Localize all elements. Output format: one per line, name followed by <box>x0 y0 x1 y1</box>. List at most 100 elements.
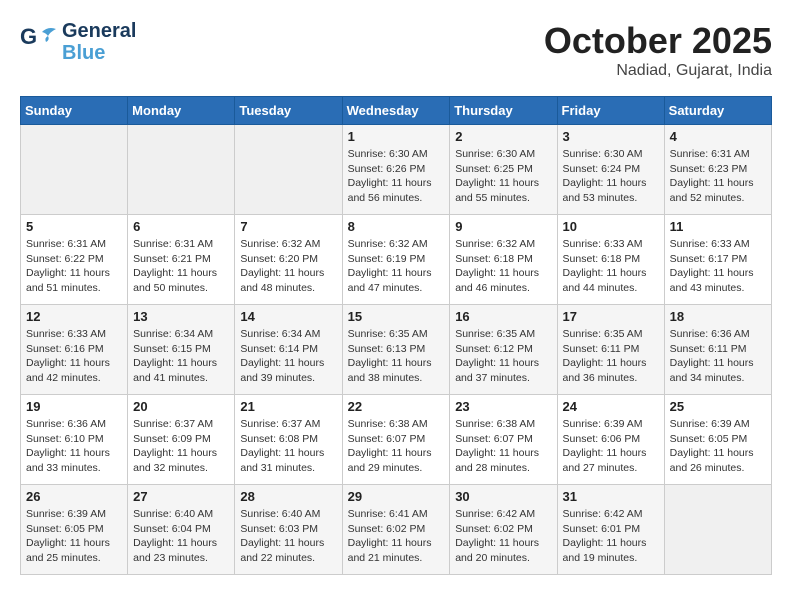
day-number: 17 <box>563 309 659 324</box>
day-info: Sunrise: 6:31 AMSunset: 6:23 PMDaylight:… <box>670 147 766 206</box>
calendar-cell: 6 Sunrise: 6:31 AMSunset: 6:21 PMDaylight… <box>128 215 235 305</box>
calendar-cell: 19 Sunrise: 6:36 AMSunset: 6:10 PMDayligh… <box>21 395 128 485</box>
calendar-cell: 14 Sunrise: 6:34 AMSunset: 6:14 PMDayligh… <box>235 305 342 395</box>
day-number: 30 <box>455 489 551 504</box>
day-number: 24 <box>563 399 659 414</box>
day-info: Sunrise: 6:33 AMSunset: 6:17 PMDaylight:… <box>670 237 766 296</box>
header-row: SundayMondayTuesdayWednesdayThursdayFrid… <box>21 97 772 125</box>
calendar-cell: 21 Sunrise: 6:37 AMSunset: 6:08 PMDayligh… <box>235 395 342 485</box>
day-info: Sunrise: 6:42 AMSunset: 6:02 PMDaylight:… <box>455 507 551 566</box>
calendar-cell: 1 Sunrise: 6:30 AMSunset: 6:26 PMDaylight… <box>342 125 450 215</box>
calendar-cell: 26Sunrise: 6:39 AMSunset: 6:05 PMDayligh… <box>21 485 128 575</box>
week-row-3: 12 Sunrise: 6:33 AMSunset: 6:16 PMDayligh… <box>21 305 772 395</box>
calendar-cell: 31 Sunrise: 6:42 AMSunset: 6:01 PMDayligh… <box>557 485 664 575</box>
header-day-sunday: Sunday <box>21 97 128 125</box>
day-info: Sunrise: 6:39 AMSunset: 6:05 PMDaylight:… <box>670 417 766 476</box>
calendar-cell: 4 Sunrise: 6:31 AMSunset: 6:23 PMDaylight… <box>664 125 771 215</box>
day-info: Sunrise: 6:39 AMSunset: 6:06 PMDaylight:… <box>563 417 659 476</box>
day-number: 15 <box>348 309 445 324</box>
day-number: 18 <box>670 309 766 324</box>
day-number: 13 <box>133 309 229 324</box>
calendar-cell: 20 Sunrise: 6:37 AMSunset: 6:09 PMDayligh… <box>128 395 235 485</box>
calendar-cell: 22 Sunrise: 6:38 AMSunset: 6:07 PMDayligh… <box>342 395 450 485</box>
day-info: Sunrise: 6:40 AMSunset: 6:04 PMDaylight:… <box>133 507 229 566</box>
logo-general: General <box>62 20 136 42</box>
day-number: 5 <box>26 219 122 234</box>
day-info: Sunrise: 6:37 AMSunset: 6:08 PMDaylight:… <box>240 417 336 476</box>
day-info: Sunrise: 6:32 AMSunset: 6:20 PMDaylight:… <box>240 237 336 296</box>
day-number: 8 <box>348 219 445 234</box>
calendar-cell: 15 Sunrise: 6:35 AMSunset: 6:13 PMDayligh… <box>342 305 450 395</box>
header-day-tuesday: Tuesday <box>235 97 342 125</box>
logo: G General Blue <box>20 20 136 64</box>
calendar-cell <box>235 125 342 215</box>
day-info: Sunrise: 6:36 AMSunset: 6:10 PMDaylight:… <box>26 417 122 476</box>
day-info: Sunrise: 6:38 AMSunset: 6:07 PMDaylight:… <box>348 417 445 476</box>
week-row-1: 1 Sunrise: 6:30 AMSunset: 6:26 PMDaylight… <box>21 125 772 215</box>
calendar-cell: 29Sunrise: 6:41 AMSunset: 6:02 PMDayligh… <box>342 485 450 575</box>
day-number: 31 <box>563 489 659 504</box>
day-info: Sunrise: 6:32 AMSunset: 6:19 PMDaylight:… <box>348 237 445 296</box>
day-number: 1 <box>348 129 445 144</box>
logo-blue: Blue <box>62 42 136 64</box>
day-info: Sunrise: 6:35 AMSunset: 6:12 PMDaylight:… <box>455 327 551 386</box>
day-number: 10 <box>563 219 659 234</box>
week-row-2: 5 Sunrise: 6:31 AMSunset: 6:22 PMDaylight… <box>21 215 772 305</box>
calendar-cell: 2 Sunrise: 6:30 AMSunset: 6:25 PMDaylight… <box>450 125 557 215</box>
calendar-cell: 11 Sunrise: 6:33 AMSunset: 6:17 PMDayligh… <box>664 215 771 305</box>
day-number: 26 <box>26 489 122 504</box>
day-number: 19 <box>26 399 122 414</box>
day-info: Sunrise: 6:35 AMSunset: 6:11 PMDaylight:… <box>563 327 659 386</box>
day-info: Sunrise: 6:34 AMSunset: 6:15 PMDaylight:… <box>133 327 229 386</box>
day-number: 2 <box>455 129 551 144</box>
location: Nadiad, Gujarat, India <box>544 62 772 80</box>
day-info: Sunrise: 6:34 AMSunset: 6:14 PMDaylight:… <box>240 327 336 386</box>
calendar-cell: 3Sunrise: 6:30 AMSunset: 6:24 PMDaylight… <box>557 125 664 215</box>
day-info: Sunrise: 6:40 AMSunset: 6:03 PMDaylight:… <box>240 507 336 566</box>
day-number: 3 <box>563 129 659 144</box>
day-info: Sunrise: 6:30 AMSunset: 6:26 PMDaylight:… <box>348 147 445 206</box>
calendar-cell: 28Sunrise: 6:40 AMSunset: 6:03 PMDayligh… <box>235 485 342 575</box>
day-number: 7 <box>240 219 336 234</box>
calendar-cell: 16 Sunrise: 6:35 AMSunset: 6:12 PMDayligh… <box>450 305 557 395</box>
day-info: Sunrise: 6:42 AMSunset: 6:01 PMDaylight:… <box>563 507 659 566</box>
day-number: 16 <box>455 309 551 324</box>
day-info: Sunrise: 6:31 AMSunset: 6:21 PMDaylight:… <box>133 237 229 296</box>
header-day-friday: Friday <box>557 97 664 125</box>
day-info: Sunrise: 6:41 AMSunset: 6:02 PMDaylight:… <box>348 507 445 566</box>
day-number: 11 <box>670 219 766 234</box>
day-info: Sunrise: 6:38 AMSunset: 6:07 PMDaylight:… <box>455 417 551 476</box>
day-info: Sunrise: 6:37 AMSunset: 6:09 PMDaylight:… <box>133 417 229 476</box>
calendar-cell <box>128 125 235 215</box>
day-info: Sunrise: 6:30 AMSunset: 6:25 PMDaylight:… <box>455 147 551 206</box>
calendar-cell: 23 Sunrise: 6:38 AMSunset: 6:07 PMDayligh… <box>450 395 557 485</box>
calendar: SundayMondayTuesdayWednesdayThursdayFrid… <box>20 96 772 575</box>
day-number: 12 <box>26 309 122 324</box>
day-number: 27 <box>133 489 229 504</box>
day-info: Sunrise: 6:35 AMSunset: 6:13 PMDaylight:… <box>348 327 445 386</box>
day-number: 20 <box>133 399 229 414</box>
header-day-saturday: Saturday <box>664 97 771 125</box>
svg-text:G: G <box>20 24 37 49</box>
calendar-cell: 30 Sunrise: 6:42 AMSunset: 6:02 PMDayligh… <box>450 485 557 575</box>
calendar-cell: 7 Sunrise: 6:32 AMSunset: 6:20 PMDaylight… <box>235 215 342 305</box>
calendar-cell: 17 Sunrise: 6:35 AMSunset: 6:11 PMDayligh… <box>557 305 664 395</box>
page-header: G General Blue October 2025 Nadiad, Guja… <box>20 20 772 80</box>
day-number: 22 <box>348 399 445 414</box>
day-number: 21 <box>240 399 336 414</box>
week-row-4: 19 Sunrise: 6:36 AMSunset: 6:10 PMDayligh… <box>21 395 772 485</box>
day-number: 9 <box>455 219 551 234</box>
calendar-cell <box>21 125 128 215</box>
day-number: 4 <box>670 129 766 144</box>
header-day-thursday: Thursday <box>450 97 557 125</box>
day-info: Sunrise: 6:33 AMSunset: 6:16 PMDaylight:… <box>26 327 122 386</box>
day-number: 23 <box>455 399 551 414</box>
calendar-cell: 18Sunrise: 6:36 AMSunset: 6:11 PMDayligh… <box>664 305 771 395</box>
day-info: Sunrise: 6:31 AMSunset: 6:22 PMDaylight:… <box>26 237 122 296</box>
calendar-cell: 9Sunrise: 6:32 AMSunset: 6:18 PMDaylight… <box>450 215 557 305</box>
week-row-5: 26Sunrise: 6:39 AMSunset: 6:05 PMDayligh… <box>21 485 772 575</box>
calendar-cell: 25 Sunrise: 6:39 AMSunset: 6:05 PMDayligh… <box>664 395 771 485</box>
day-number: 25 <box>670 399 766 414</box>
day-number: 14 <box>240 309 336 324</box>
day-number: 6 <box>133 219 229 234</box>
